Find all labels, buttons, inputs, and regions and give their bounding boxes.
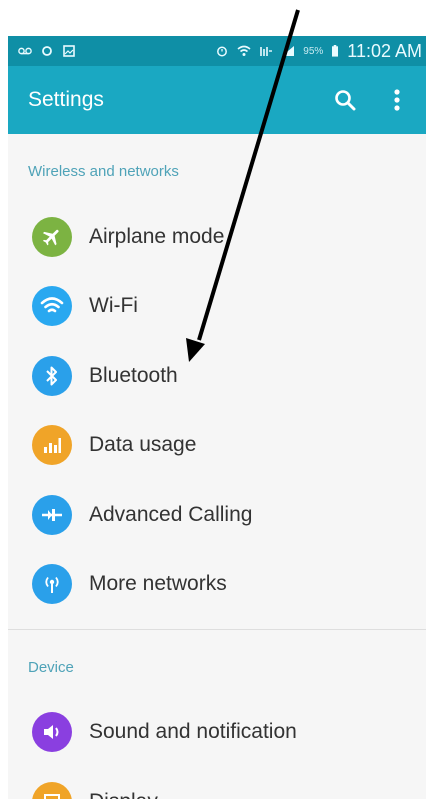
display-icon (32, 782, 72, 799)
status-left-icons (18, 45, 76, 57)
status-clock: 11:02 AM (347, 40, 422, 61)
settings-item-label: Bluetooth (89, 364, 178, 387)
settings-item-label: More networks (89, 572, 227, 595)
section-divider (8, 629, 426, 630)
settings-item-bluetooth[interactable]: Bluetooth (8, 346, 426, 406)
data-usage-icon (32, 425, 72, 465)
settings-item-label: Data usage (89, 433, 197, 456)
more-options-button[interactable] (380, 83, 414, 117)
settings-item-advanced-calling[interactable]: Advanced Calling (8, 485, 426, 545)
settings-item-label: Display (89, 790, 158, 799)
battery-icon (331, 45, 339, 57)
settings-item-display[interactable]: Display (8, 772, 426, 799)
gallery-icon (62, 45, 76, 57)
more-networks-icon (32, 564, 72, 604)
signal-icon (281, 45, 295, 57)
section-header-device: Device (28, 659, 74, 676)
settings-item-data-usage[interactable]: Data usage (8, 415, 426, 475)
alarm-icon (215, 45, 229, 57)
settings-item-label: Airplane mode (89, 225, 225, 248)
lte-icon (259, 45, 273, 57)
app-bar: Settings (8, 66, 426, 134)
more-vert-icon (394, 89, 400, 111)
sound-icon (32, 712, 72, 752)
settings-item-label: Wi-Fi (89, 294, 138, 317)
advanced-calling-icon (32, 495, 72, 535)
status-right-icons: 95% 11:02 AM (215, 41, 422, 62)
battery-percent: 95% (303, 45, 324, 57)
status-bar: 95% 11:02 AM (8, 36, 426, 66)
sync-icon (40, 45, 54, 57)
voicemail-icon (18, 45, 32, 57)
section-header-wireless: Wireless and networks (28, 163, 179, 180)
bluetooth-icon (32, 356, 72, 396)
settings-item-more-networks[interactable]: More networks (8, 554, 426, 614)
wifi-icon (32, 286, 72, 326)
phone-screen: 95% 11:02 AM Settings Wireless and netwo… (8, 36, 426, 799)
settings-item-wifi[interactable]: Wi-Fi (8, 276, 426, 336)
airplane-icon (32, 217, 72, 257)
page-title: Settings (28, 88, 104, 111)
search-button[interactable] (328, 83, 362, 117)
settings-item-label: Sound and notification (89, 720, 297, 743)
settings-item-sound-and-notification[interactable]: Sound and notification (8, 702, 426, 762)
search-icon (335, 90, 356, 111)
wifi-icon (237, 45, 251, 57)
settings-item-label: Advanced Calling (89, 503, 253, 526)
settings-item-airplane-mode[interactable]: Airplane mode (8, 207, 426, 267)
